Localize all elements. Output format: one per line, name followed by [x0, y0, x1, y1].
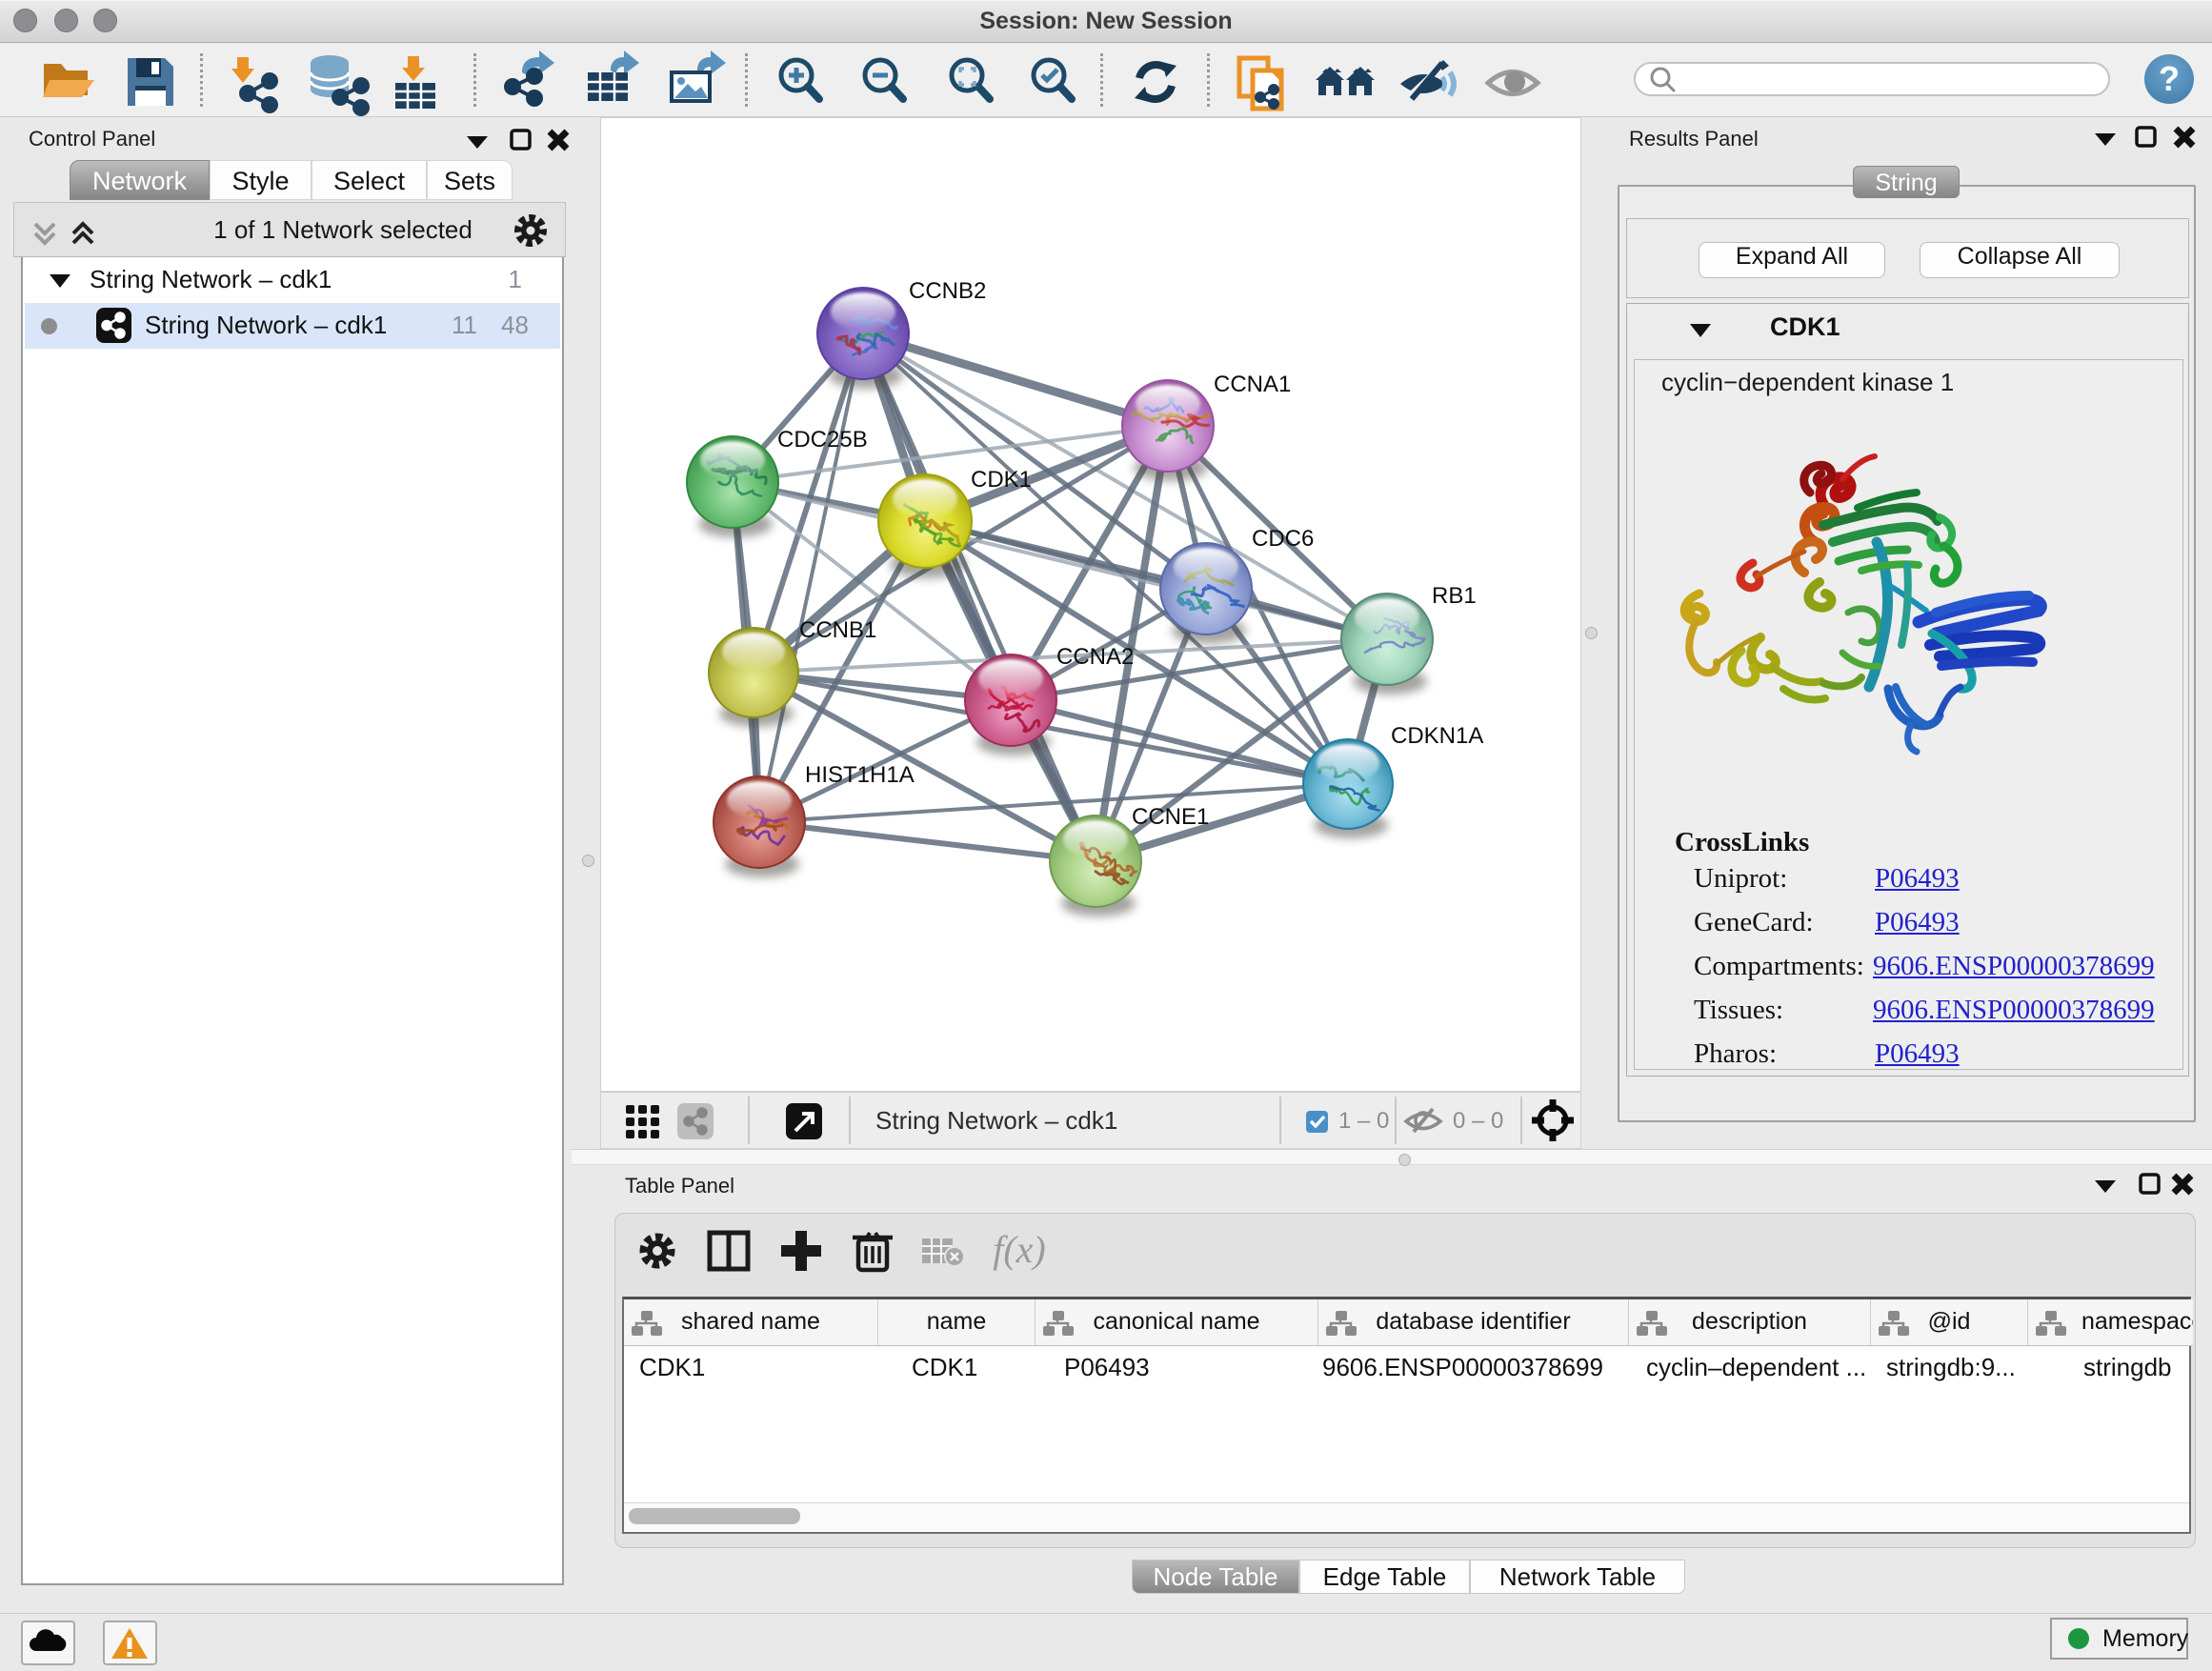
svg-text:RB1: RB1 [1432, 583, 1477, 609]
svg-text:CDKN1A: CDKN1A [1391, 723, 1483, 749]
svg-text:CCNE1: CCNE1 [1132, 804, 1209, 830]
svg-text:f(x): f(x) [993, 1228, 1046, 1271]
svg-text:CCNA1: CCNA1 [1214, 372, 1291, 397]
svg-text:CCNA2: CCNA2 [1056, 644, 1134, 670]
svg-text:?: ? [2159, 59, 2180, 98]
svg-text:HIST1H1A: HIST1H1A [805, 762, 915, 788]
svg-text:CDC25B: CDC25B [777, 427, 868, 453]
svg-text:CCNB1: CCNB1 [799, 617, 876, 643]
svg-text:CDK1: CDK1 [971, 467, 1032, 493]
svg-text:CCNB2: CCNB2 [909, 278, 986, 304]
svg-text:CDC6: CDC6 [1252, 526, 1314, 552]
